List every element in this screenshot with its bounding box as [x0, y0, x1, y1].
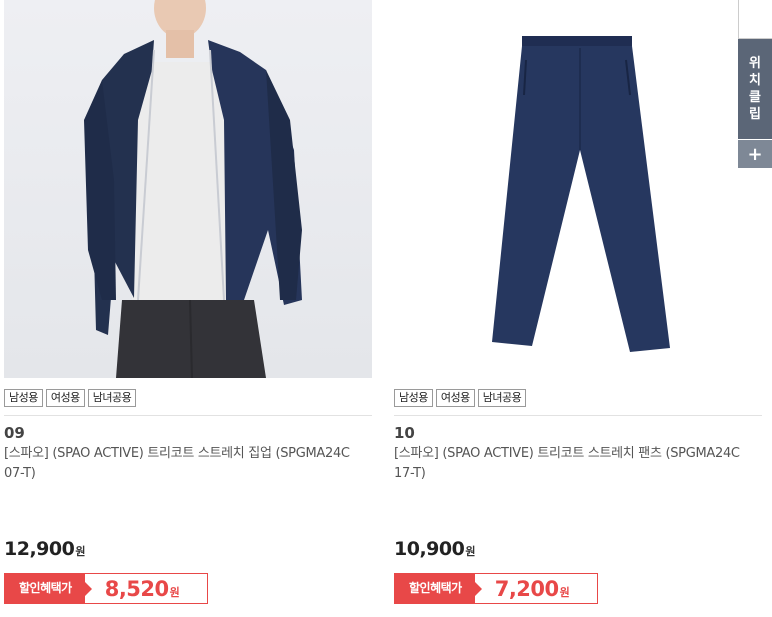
price-amount: 10,900 — [394, 538, 465, 560]
tag-female: 여성용 — [435, 389, 475, 407]
discount-unit: 원 — [169, 585, 180, 599]
product-number: 10 — [394, 424, 415, 442]
tag-female: 여성용 — [45, 389, 85, 407]
price-unit: 원 — [75, 545, 86, 558]
divider — [394, 415, 762, 416]
gender-tags: 남성용 여성용 남녀공용 — [4, 389, 376, 407]
clip-char: 립 — [749, 107, 761, 122]
product-name-link[interactable]: [스파오] (SPAO ACTIVE) 트리코트 스트레치 팬츠 (SPGMA2… — [394, 444, 744, 484]
clip-char: 위 — [749, 56, 761, 71]
product-card-10[interactable]: 남성용 여성용 남녀공용 10 [스파오] (SPAO ACTIVE) 트리코트… — [394, 0, 766, 484]
product-card-09[interactable]: 남성용 여성용 남녀공용 09 [스파오] (SPAO ACTIVE) 트리코트… — [4, 0, 376, 484]
gender-tags: 남성용 여성용 남녀공용 — [394, 389, 766, 407]
discount-label: 할인혜택가 — [5, 574, 92, 603]
quick-sidebar: 위 치 클 립 + — [738, 0, 772, 168]
tag-male: 남성용 — [4, 389, 43, 407]
product-price: 12,900 원 — [4, 538, 85, 562]
product-image-pants[interactable] — [394, 0, 762, 378]
tag-male: 남성용 — [394, 389, 433, 407]
jacket-model-illustration — [84, 0, 302, 378]
sidebar-top-box — [738, 0, 772, 39]
product-price: 10,900 원 — [394, 538, 475, 562]
discount-price: 7,200 원 — [495, 577, 570, 601]
tag-unisex: 남녀공용 — [477, 389, 527, 407]
divider — [4, 415, 372, 416]
discount-amount: 7,200 — [494, 576, 559, 601]
product-number: 09 — [4, 424, 25, 442]
pants-illustration — [492, 36, 670, 352]
discount-amount: 8,520 — [104, 576, 169, 601]
discount-price: 8,520 원 — [105, 577, 180, 601]
price-amount: 12,900 — [4, 538, 75, 560]
plus-icon[interactable]: + — [738, 140, 772, 168]
price-unit: 원 — [465, 545, 476, 558]
product-name-link[interactable]: [스파오] (SPAO ACTIVE) 트리코트 스트레치 집업 (SPGMA2… — [4, 444, 354, 484]
position-clip-button[interactable]: 위 치 클 립 — [738, 39, 772, 139]
discount-label: 할인혜택가 — [395, 574, 482, 603]
discount-box: 할인혜택가 8,520 원 — [4, 573, 208, 604]
clip-char: 치 — [749, 73, 761, 88]
tag-unisex: 남녀공용 — [87, 389, 137, 407]
clip-char: 클 — [749, 90, 761, 105]
product-image-jacket[interactable] — [4, 0, 372, 378]
discount-unit: 원 — [559, 585, 570, 599]
discount-box: 할인혜택가 7,200 원 — [394, 573, 598, 604]
